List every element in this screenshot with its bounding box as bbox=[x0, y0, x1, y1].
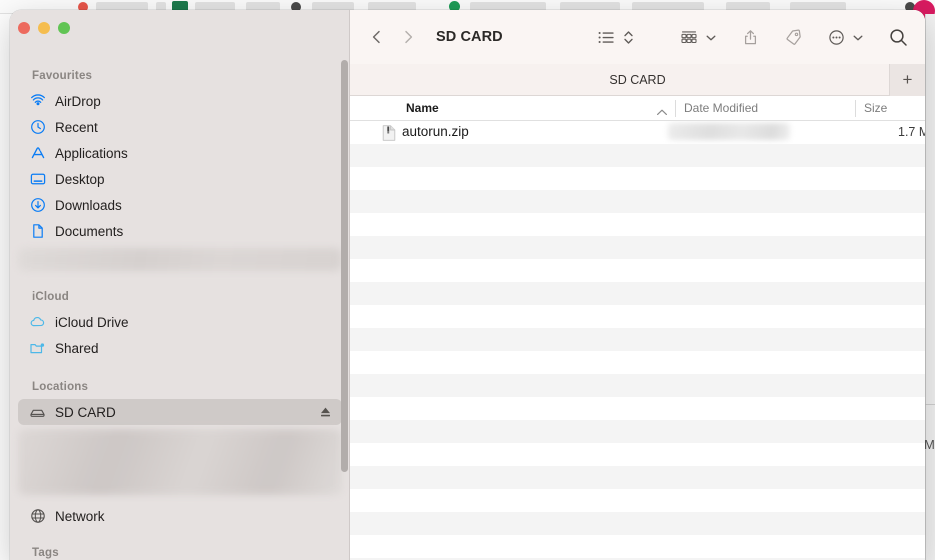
sidebar-item-applications[interactable]: Applications bbox=[18, 140, 342, 166]
chevron-up-icon bbox=[656, 104, 668, 122]
external-drive-icon bbox=[29, 404, 46, 421]
sidebar-item-recent[interactable]: Recent bbox=[18, 114, 342, 140]
sidebar-item-desktop[interactable]: Desktop bbox=[18, 166, 342, 192]
sidebar-item-label: AirDrop bbox=[55, 94, 101, 109]
sidebar-section-locations-title: Locations bbox=[10, 381, 350, 393]
sidebar-item-icloud-drive[interactable]: iCloud Drive bbox=[18, 309, 342, 335]
applications-icon bbox=[29, 145, 46, 162]
table-row[interactable] bbox=[350, 190, 925, 213]
table-row[interactable] bbox=[350, 374, 925, 397]
sidebar-item-label: Network bbox=[55, 509, 105, 524]
table-row[interactable] bbox=[350, 236, 925, 259]
group-by-icon[interactable] bbox=[679, 23, 699, 51]
file-list[interactable]: autorun.zip 1.7 M bbox=[350, 121, 925, 560]
table-row[interactable] bbox=[350, 167, 925, 190]
tab-sd-card[interactable]: SD CARD bbox=[350, 64, 925, 96]
table-row[interactable] bbox=[350, 213, 925, 236]
globe-icon bbox=[29, 508, 46, 525]
sidebar-item-label: Applications bbox=[55, 146, 128, 161]
desktop-icon bbox=[29, 171, 46, 188]
sidebar-item-label: iCloud Drive bbox=[55, 315, 129, 330]
table-row[interactable]: autorun.zip 1.7 M bbox=[350, 121, 925, 144]
table-row[interactable] bbox=[350, 443, 925, 466]
sidebar-item-label: Desktop bbox=[55, 172, 105, 187]
background-right-panel bbox=[925, 14, 935, 560]
sidebar-item-downloads[interactable]: Downloads bbox=[18, 192, 342, 218]
chevron-left-icon[interactable] bbox=[368, 28, 386, 46]
ellipsis-circle-icon[interactable] bbox=[827, 23, 846, 51]
navigation-buttons bbox=[368, 28, 417, 46]
search-icon[interactable] bbox=[888, 23, 909, 51]
table-row[interactable] bbox=[350, 305, 925, 328]
zip-file-icon bbox=[382, 125, 396, 141]
table-row[interactable] bbox=[350, 259, 925, 282]
redacted-sidebar-item bbox=[18, 248, 342, 271]
finder-window: Favourites AirDrop Recent bbox=[10, 10, 925, 560]
table-row[interactable] bbox=[350, 282, 925, 305]
file-size: 1.7 M bbox=[898, 125, 925, 139]
sidebar-item-label: Downloads bbox=[55, 198, 122, 213]
sidebar-section-tags-title: Tags bbox=[10, 547, 350, 559]
airdrop-icon bbox=[29, 93, 46, 110]
table-row[interactable] bbox=[350, 328, 925, 351]
table-row[interactable] bbox=[350, 351, 925, 374]
sidebar-scroll-area[interactable]: Favourites AirDrop Recent bbox=[10, 52, 350, 560]
documents-icon bbox=[29, 223, 46, 240]
share-icon[interactable] bbox=[741, 23, 760, 51]
sidebar-item-shared[interactable]: Shared bbox=[18, 335, 342, 361]
table-row[interactable] bbox=[350, 144, 925, 167]
sidebar-scrollbar[interactable] bbox=[341, 60, 348, 472]
column-divider[interactable] bbox=[675, 100, 676, 117]
table-row[interactable] bbox=[350, 397, 925, 420]
sidebar-item-label: Recent bbox=[55, 120, 98, 135]
maximize-button[interactable] bbox=[58, 22, 70, 34]
table-row[interactable] bbox=[350, 466, 925, 489]
close-button[interactable] bbox=[18, 22, 30, 34]
table-row[interactable] bbox=[350, 420, 925, 443]
file-name: autorun.zip bbox=[402, 124, 469, 139]
background-right-text: M bbox=[924, 437, 935, 452]
chevron-down-icon[interactable] bbox=[705, 23, 717, 51]
window-controls bbox=[18, 22, 70, 34]
column-header-name[interactable]: Name bbox=[406, 101, 439, 115]
chevron-down-icon[interactable] bbox=[852, 23, 864, 51]
eject-icon[interactable] bbox=[319, 406, 332, 419]
cloud-icon bbox=[29, 314, 46, 331]
table-row[interactable] bbox=[350, 535, 925, 558]
sidebar-item-airdrop[interactable]: AirDrop bbox=[18, 88, 342, 114]
minimize-button[interactable] bbox=[38, 22, 50, 34]
finder-main-pane: SD CARD bbox=[350, 10, 925, 560]
sidebar-section-icloud-title: iCloud bbox=[10, 291, 350, 303]
toolbar-actions bbox=[597, 23, 925, 51]
page-title: SD CARD bbox=[436, 29, 503, 45]
column-divider[interactable] bbox=[855, 100, 856, 117]
sidebar-item-label: Shared bbox=[55, 341, 99, 356]
redacted-date-modified bbox=[668, 123, 790, 140]
finder-toolbar: SD CARD bbox=[350, 10, 925, 64]
sidebar-item-label: SD CARD bbox=[55, 405, 116, 420]
sidebar-item-network[interactable]: Network bbox=[18, 503, 342, 529]
column-headers: Name Date Modified Size bbox=[350, 96, 925, 121]
list-view-icon[interactable] bbox=[597, 23, 616, 51]
table-row[interactable] bbox=[350, 489, 925, 512]
sidebar-item-sd-card[interactable]: SD CARD bbox=[18, 399, 342, 425]
downloads-icon bbox=[29, 197, 46, 214]
redacted-locations-items bbox=[18, 429, 342, 495]
sidebar-item-documents[interactable]: Documents bbox=[18, 218, 342, 244]
clock-icon bbox=[29, 119, 46, 136]
column-header-size[interactable]: Size bbox=[864, 101, 887, 115]
finder-sidebar: Favourites AirDrop Recent bbox=[10, 10, 350, 560]
sidebar-item-label: Documents bbox=[55, 224, 123, 239]
background-right-divider bbox=[925, 404, 935, 405]
chevron-right-icon[interactable] bbox=[399, 28, 417, 46]
table-row[interactable] bbox=[350, 512, 925, 535]
sidebar-section-favourites-title: Favourites bbox=[10, 70, 350, 82]
up-down-chevron-icon[interactable] bbox=[622, 23, 635, 51]
shared-folder-icon bbox=[29, 340, 46, 357]
tag-icon[interactable] bbox=[784, 23, 803, 51]
new-tab-button[interactable]: + bbox=[889, 64, 925, 96]
column-header-date-modified[interactable]: Date Modified bbox=[684, 101, 758, 115]
finder-tab-bar: SD CARD + bbox=[350, 64, 925, 96]
